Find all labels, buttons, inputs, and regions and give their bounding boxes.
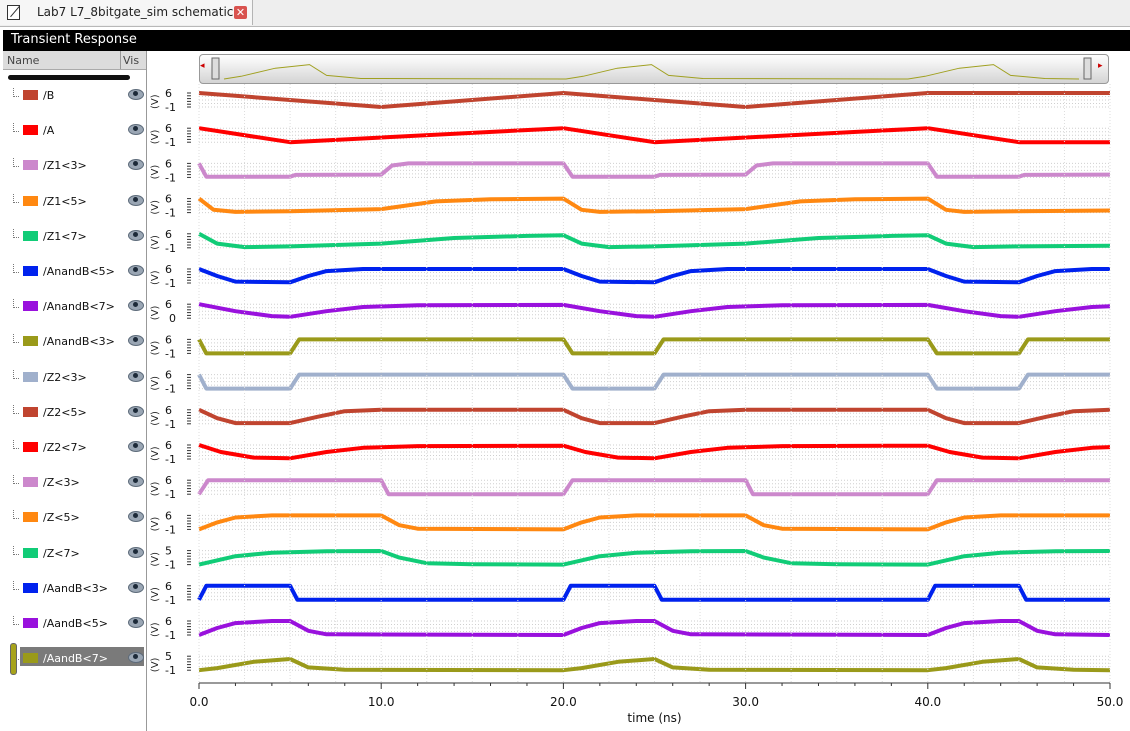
y-unit-label: (V) bbox=[150, 552, 161, 567]
y-unit-label: (V) bbox=[150, 481, 161, 496]
y-tick-top: 6 bbox=[165, 615, 172, 628]
y-tick-bottom: -1 bbox=[165, 523, 176, 536]
y-tick-top: 6 bbox=[165, 369, 172, 382]
y-tick-bottom: -1 bbox=[165, 136, 176, 149]
y-tick-top: 6 bbox=[165, 122, 172, 135]
x-tick-label: 0.0 bbox=[189, 695, 208, 709]
waveform-plot[interactable]: (V)6-1(V)6-1(V)6-1(V)6-1(V)6-1(V)6-1(V)6… bbox=[0, 0, 1130, 731]
overview-left-handle[interactable] bbox=[211, 57, 220, 80]
y-unit-label: (V) bbox=[150, 94, 161, 109]
y-tick-bottom: -1 bbox=[165, 383, 176, 396]
y-tick-bottom: -1 bbox=[165, 207, 176, 220]
y-unit-label: (V) bbox=[150, 376, 161, 391]
y-unit-label: (V) bbox=[150, 587, 161, 602]
y-tick-top: 6 bbox=[165, 298, 172, 311]
x-tick-label: 40.0 bbox=[914, 695, 941, 709]
y-tick-bottom: -1 bbox=[165, 418, 176, 431]
y-tick-bottom: -1 bbox=[165, 559, 176, 572]
x-tick-label: 30.0 bbox=[732, 695, 759, 709]
y-unit-label: (V) bbox=[150, 129, 161, 144]
y-tick-bottom: -1 bbox=[165, 171, 176, 184]
y-unit-label: (V) bbox=[150, 411, 161, 426]
y-tick-bottom: -1 bbox=[165, 664, 176, 677]
y-tick-top: 5 bbox=[165, 650, 172, 663]
x-tick-label: 20.0 bbox=[550, 695, 577, 709]
y-tick-top: 6 bbox=[165, 87, 172, 100]
y-unit-label: (V) bbox=[150, 305, 161, 320]
y-tick-bottom: -1 bbox=[165, 277, 176, 290]
x-tick-label: 50.0 bbox=[1097, 695, 1124, 709]
y-tick-bottom: -1 bbox=[165, 453, 176, 466]
y-unit-label: (V) bbox=[150, 165, 161, 180]
y-tick-bottom: 0 bbox=[169, 312, 176, 325]
y-tick-bottom: -1 bbox=[165, 594, 176, 607]
y-unit-label: (V) bbox=[150, 446, 161, 461]
y-tick-top: 6 bbox=[165, 439, 172, 452]
y-unit-label: (V) bbox=[150, 657, 161, 672]
y-unit-label: (V) bbox=[150, 622, 161, 637]
y-tick-top: 5 bbox=[165, 545, 172, 558]
y-tick-bottom: -1 bbox=[165, 629, 176, 642]
overview-trace bbox=[223, 64, 1080, 80]
y-tick-top: 6 bbox=[165, 228, 172, 241]
y-tick-top: 6 bbox=[165, 580, 172, 593]
y-tick-top: 6 bbox=[165, 509, 172, 522]
y-tick-bottom: -1 bbox=[165, 488, 176, 501]
y-tick-top: 6 bbox=[165, 263, 172, 276]
y-unit-label: (V) bbox=[150, 270, 161, 285]
y-tick-bottom: -1 bbox=[165, 347, 176, 360]
x-tick-label: 10.0 bbox=[368, 695, 395, 709]
y-unit-label: (V) bbox=[150, 341, 161, 356]
y-tick-bottom: -1 bbox=[165, 242, 176, 255]
overview-right-handle[interactable] bbox=[1083, 57, 1092, 80]
y-unit-label: (V) bbox=[150, 200, 161, 215]
x-axis-label: time (ns) bbox=[627, 711, 681, 725]
y-tick-top: 6 bbox=[165, 404, 172, 417]
y-tick-top: 6 bbox=[165, 157, 172, 170]
y-tick-bottom: -1 bbox=[165, 101, 176, 114]
y-unit-label: (V) bbox=[150, 517, 161, 532]
y-tick-top: 6 bbox=[165, 474, 172, 487]
y-tick-top: 6 bbox=[165, 193, 172, 206]
y-unit-label: (V) bbox=[150, 235, 161, 250]
y-tick-top: 6 bbox=[165, 333, 172, 346]
